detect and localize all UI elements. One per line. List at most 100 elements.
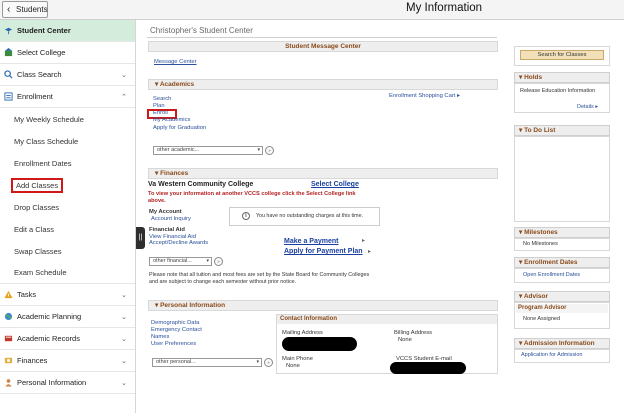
other-academic-select[interactable]: other academic... ▾ — [153, 146, 263, 155]
student-center-icon — [4, 27, 13, 35]
open-enrollment-dates-link[interactable]: Open Enrollment Dates — [523, 272, 580, 278]
finances-go-button[interactable]: » — [214, 257, 223, 266]
globe-icon — [4, 312, 13, 321]
holds-header[interactable]: ▾ Holds — [514, 72, 610, 83]
top-bar: ‹ Students My Information — [0, 0, 624, 20]
sidebar-item-enrollment[interactable]: Enrollment ⌃ — [0, 86, 135, 108]
redacted-student-email — [390, 362, 466, 374]
sidebar-item-label: Personal Information — [17, 378, 87, 387]
chevron-down-icon: ⌄ — [121, 335, 127, 343]
no-charges-box: i You have no outstanding charges at thi… — [229, 207, 380, 226]
my-account-label: My Account — [149, 209, 182, 215]
chevron-down-icon: ⌄ — [121, 357, 127, 365]
contact-information-header: Contact Information — [277, 315, 497, 324]
other-personal-select[interactable]: other personal... ▾ — [152, 358, 262, 367]
financial-aid-label: Financial Aid — [149, 227, 185, 233]
sidebar-item-label: Tasks — [17, 290, 37, 299]
sidebar-item-label: Student Center — [17, 26, 71, 35]
academics-link-my-academics[interactable]: My Academics — [153, 117, 190, 123]
sidebar-item-finances[interactable]: Finances ⌄ — [0, 350, 135, 372]
sidebar-item-class-search[interactable]: Class Search ⌄ — [0, 64, 135, 86]
demographic-data-link[interactable]: Demographic Data — [151, 320, 199, 326]
select-college-link[interactable]: Select College — [311, 181, 359, 188]
sidebar-collapse-handle[interactable]: || — [136, 227, 145, 249]
sidebar-subitem-my-weekly-schedule[interactable]: My Weekly Schedule — [0, 108, 135, 130]
personal-go-button[interactable]: » — [264, 358, 273, 367]
sidebar-item-academic-records[interactable]: Academic Records ⌄ — [0, 328, 135, 350]
academics-link-apply-graduation[interactable]: Apply for Graduation — [153, 125, 206, 131]
sidebar-subitem-exam-schedule[interactable]: Exam Schedule — [0, 262, 135, 284]
sidebar-subitem-swap-classes[interactable]: Swap Classes — [0, 240, 135, 262]
sidebar: Student Center Select College Class Sear… — [0, 20, 136, 413]
sidebar-item-label: Academic Records — [17, 334, 80, 343]
chevron-down-icon: ⌄ — [121, 313, 127, 321]
enrollment-dates-header[interactable]: ▾ Enrollment Dates — [514, 257, 610, 268]
sidebar-item-label: Academic Planning — [17, 312, 82, 321]
dropdown-arrow-icon: ▾ — [257, 147, 260, 153]
message-center-link[interactable]: Message Center — [154, 59, 197, 65]
back-button-label: Students — [16, 5, 48, 14]
sidebar-item-academic-planning[interactable]: Academic Planning ⌄ — [0, 306, 135, 328]
main-phone-value: None — [286, 363, 300, 369]
divider — [147, 37, 497, 38]
chevron-up-icon: ⌃ — [121, 93, 127, 101]
to-do-list-header[interactable]: ▾ To Do List — [514, 125, 610, 136]
academics-header[interactable]: ▾ Academics — [148, 79, 498, 90]
records-icon — [4, 335, 13, 342]
billing-address-label: Billing Address — [394, 330, 433, 336]
sidebar-item-select-college[interactable]: Select College — [0, 42, 135, 64]
payment-plan-arrow-icon: ▸ — [368, 249, 371, 255]
advisor-header[interactable]: ▾ Advisor — [514, 291, 610, 302]
milestones-value: No Milestones — [523, 241, 558, 247]
advisor-value: None Assigned — [523, 316, 560, 322]
sidebar-subitem-enrollment-dates[interactable]: Enrollment Dates — [0, 152, 135, 174]
warning-icon — [4, 290, 13, 299]
application-for-admission-link[interactable]: Application for Admission — [521, 352, 582, 358]
holds-item: Release Education Information — [520, 88, 596, 94]
names-link[interactable]: Names — [151, 334, 169, 340]
sidebar-item-student-center[interactable]: Student Center — [0, 20, 135, 42]
sidebar-subitem-my-class-schedule[interactable]: My Class Schedule — [0, 130, 135, 152]
back-button[interactable]: ‹ Students — [2, 1, 48, 18]
select-college-notice: To view your information at another VCCS… — [148, 191, 356, 204]
emergency-contact-link[interactable]: Emergency Contact — [151, 327, 202, 333]
make-payment-arrow-icon: ▸ — [362, 238, 365, 244]
make-payment-link[interactable]: Make a Payment — [284, 238, 338, 245]
college-icon — [4, 48, 13, 57]
accept-decline-awards-link[interactable]: Accept/Decline Awards — [149, 240, 208, 246]
money-icon — [4, 357, 13, 364]
enrollment-shopping-cart-link[interactable]: Enrollment Shopping Cart ▸ — [389, 93, 460, 99]
enrollment-icon — [4, 92, 13, 101]
sidebar-item-label: Enrollment — [17, 92, 53, 101]
info-icon: i — [242, 212, 250, 220]
sidebar-subitem-add-classes[interactable]: Add Classes — [0, 174, 135, 196]
search-icon — [4, 70, 13, 79]
dropdown-arrow-icon: ▾ — [206, 258, 209, 264]
college-name: Va Western Community College — [148, 181, 254, 188]
user-preferences-link[interactable]: User Preferences — [151, 341, 196, 347]
academics-link-search[interactable]: Search — [153, 96, 171, 102]
sidebar-item-tasks[interactable]: Tasks ⌄ — [0, 284, 135, 306]
search-for-classes-button[interactable]: Search for Classes — [520, 50, 604, 60]
academics-go-button[interactable]: » — [265, 146, 274, 155]
holds-details-link[interactable]: Details ▸ — [577, 104, 598, 110]
account-inquiry-link[interactable]: Account Inquiry — [151, 216, 191, 222]
personal-information-header[interactable]: ▾ Personal Information — [148, 300, 498, 311]
mailing-address-label: Mailing Address — [282, 330, 323, 336]
billing-address-value: None — [398, 337, 412, 343]
page-title: My Information — [406, 2, 483, 14]
sidebar-item-label: Select College — [17, 48, 66, 57]
message-center-header: Student Message Center — [148, 41, 498, 52]
sidebar-subitem-edit-a-class[interactable]: Edit a Class — [0, 218, 135, 240]
program-advisor-label: Program Advisor — [516, 304, 608, 313]
milestones-header[interactable]: ▾ Milestones — [514, 227, 610, 238]
apply-payment-plan-link[interactable]: Apply for Payment Plan — [284, 248, 363, 255]
chevron-down-icon: ⌄ — [121, 291, 127, 299]
admission-information-header[interactable]: ▾ Admission Information — [514, 338, 610, 349]
tuition-note: Please note that all tuition and most fe… — [149, 272, 370, 285]
sidebar-item-personal-information[interactable]: Personal Information ⌄ — [0, 372, 135, 394]
other-financial-select[interactable]: other financial... ▾ — [149, 257, 212, 266]
finances-header[interactable]: ▾ Finances — [148, 168, 498, 179]
sidebar-subitem-drop-classes[interactable]: Drop Classes — [0, 196, 135, 218]
no-charges-text: You have no outstanding charges at this … — [256, 213, 363, 219]
